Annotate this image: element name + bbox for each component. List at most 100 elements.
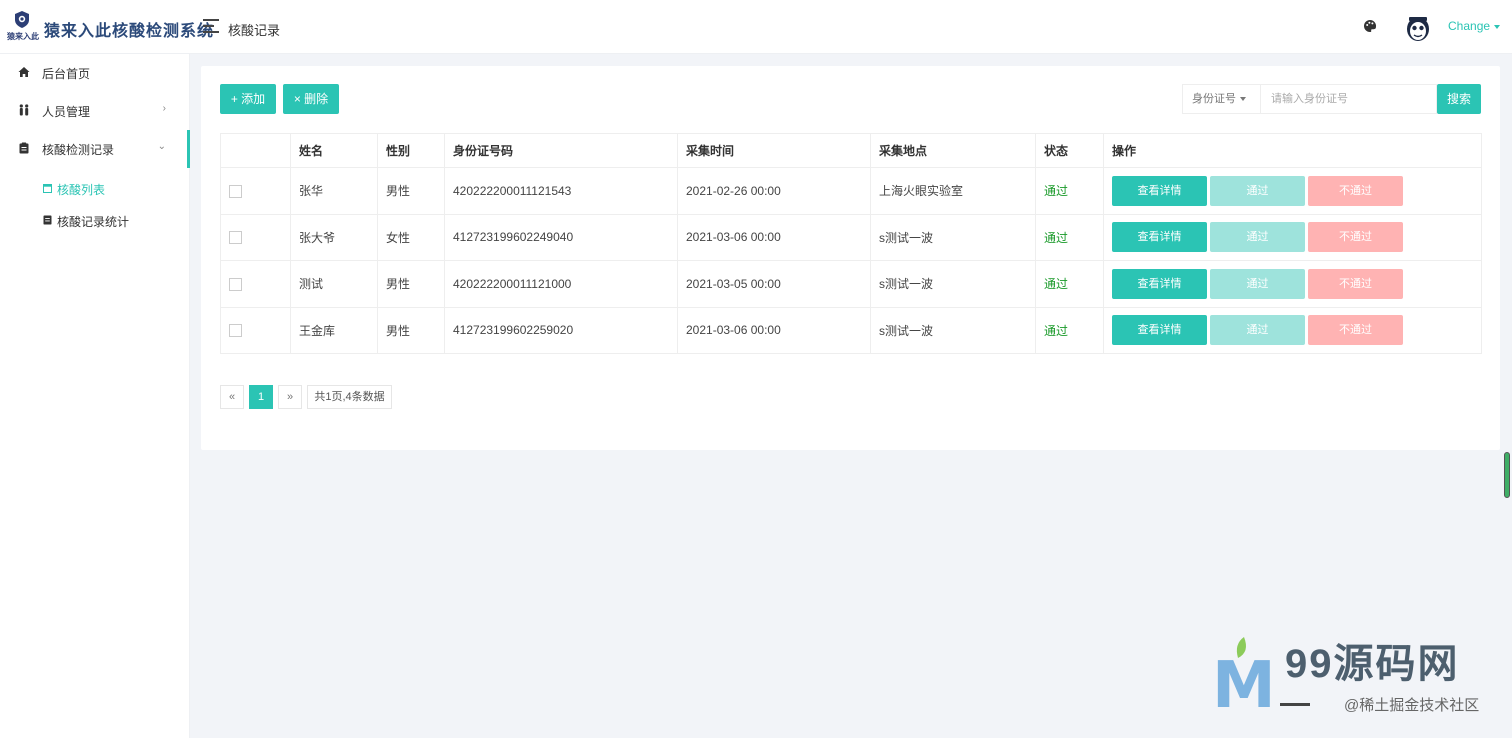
sidebar: 后台首页 人员管理 › 核酸检测记录 ⌄ 核酸列表 核酸记录统计 — [0, 54, 190, 738]
clipboard-icon — [19, 142, 29, 154]
pass-button[interactable]: 通过 — [1210, 268, 1305, 299]
table-header-row: 姓名 性别 身份证号码 采集时间 采集地点 状态 操作 — [220, 133, 1482, 168]
cell-name: 测试 — [290, 260, 378, 308]
cell-actions: 查看详情 通过 不通过 — [1103, 213, 1482, 261]
fail-button[interactable]: 不通过 — [1308, 175, 1403, 206]
cell-status: 通过 — [1035, 213, 1104, 261]
cell-collect-time: 2021-03-06 00:00 — [677, 306, 871, 354]
palette-icon[interactable] — [1363, 19, 1377, 33]
scrollbar-thumb[interactable] — [1504, 452, 1510, 498]
cell-collect-place: s测试一波 — [870, 260, 1036, 308]
pagination-page-button[interactable]: 1 — [249, 385, 273, 409]
view-detail-button[interactable]: 查看详情 — [1112, 268, 1207, 299]
header-id-number: 身份证号码 — [444, 133, 678, 168]
records-table: 姓名 性别 身份证号码 采集时间 采集地点 状态 操作 张华 男性 420222… — [220, 133, 1482, 354]
view-detail-button[interactable]: 查看详情 — [1112, 315, 1207, 346]
people-icon — [19, 104, 29, 116]
table-row: 张大爷 女性 412723199602249040 2021-03-06 00:… — [220, 213, 1482, 261]
header-status: 状态 — [1035, 133, 1104, 168]
content-panel: + 添加 × 删除 身份证号 搜索 姓名 性别 身份证号码 采集时间 采集地点 … — [201, 66, 1500, 450]
search-field-select[interactable]: 身份证号 — [1182, 84, 1260, 114]
sidebar-item-home[interactable]: 后台首页 — [0, 54, 190, 92]
watermark-m-logo: M — [1212, 649, 1276, 723]
home-icon — [18, 67, 30, 77]
fail-button[interactable]: 不通过 — [1308, 222, 1403, 253]
shield-logo-icon — [15, 11, 29, 28]
cell-status: 通过 — [1035, 306, 1104, 354]
chevron-down-icon — [1240, 97, 1246, 102]
sidebar-item-label: 核酸检测记录 — [42, 143, 115, 157]
pagination-prev-button[interactable]: « — [220, 385, 244, 409]
sidebar-subitem-nucleic-list[interactable]: 核酸列表 — [0, 172, 190, 204]
view-detail-button[interactable]: 查看详情 — [1112, 222, 1207, 253]
sidebar-subitem-record-stats[interactable]: 核酸记录统计 — [0, 204, 190, 236]
header-collect-time: 采集时间 — [677, 133, 871, 168]
search-button[interactable]: 搜索 — [1437, 84, 1481, 114]
logo-badge: 猿来入此 — [4, 10, 39, 42]
page-title: 核酸记录 — [228, 23, 281, 38]
cell-actions: 查看详情 通过 不通过 — [1103, 260, 1482, 308]
cell-collect-place: s测试一波 — [870, 213, 1036, 261]
cell-gender: 男性 — [377, 167, 445, 215]
header-gender: 性别 — [377, 133, 445, 168]
top-header: 猿来入此 猿来入此核酸检测系统 核酸记录 Change — [0, 0, 1512, 54]
add-button[interactable]: + 添加 — [220, 84, 276, 114]
cell-collect-time: 2021-02-26 00:00 — [677, 167, 871, 215]
search-input[interactable] — [1260, 84, 1437, 114]
chevron-down-icon — [1494, 24, 1501, 29]
cell-name: 张华 — [290, 167, 378, 215]
cell-collect-time: 2021-03-05 00:00 — [677, 260, 871, 308]
row-checkbox[interactable] — [229, 231, 242, 245]
cell-collect-place: s测试一波 — [870, 306, 1036, 354]
logo[interactable]: 猿来入此 猿来入此核酸检测系统 — [0, 0, 213, 54]
sidebar-item-personnel[interactable]: 人员管理 › — [0, 92, 190, 130]
pass-button[interactable]: 通过 — [1210, 315, 1305, 346]
cell-status: 通过 — [1035, 260, 1104, 308]
view-detail-button[interactable]: 查看详情 — [1112, 175, 1207, 206]
chevron-right-icon: › — [162, 103, 166, 114]
header-select — [220, 133, 291, 168]
user-name: Change — [1448, 19, 1491, 33]
cell-id-number: 412723199602259020 — [444, 306, 678, 354]
menu-toggle-icon[interactable] — [203, 19, 219, 33]
watermark-title: 99源码网 — [1285, 642, 1460, 686]
pagination-info: 共1页,4条数据 — [307, 385, 392, 409]
sidebar-subitem-label: 核酸记录统计 — [57, 215, 130, 229]
header-actions: 操作 — [1103, 133, 1482, 168]
monkey-avatar-icon[interactable] — [1404, 11, 1432, 43]
chevron-down-icon: ⌄ — [157, 141, 166, 152]
row-checkbox[interactable] — [229, 324, 242, 338]
pass-button[interactable]: 通过 — [1210, 222, 1305, 253]
cell-collect-place: 上海火眼实验室 — [870, 167, 1036, 215]
fail-button[interactable]: 不通过 — [1308, 268, 1403, 299]
table-row: 测试 男性 420222200011121000 2021-03-05 00:0… — [220, 260, 1482, 308]
row-checkbox[interactable] — [229, 277, 242, 291]
watermark-divider — [1280, 703, 1310, 706]
header-collect-place: 采集地点 — [870, 133, 1036, 168]
fail-button[interactable]: 不通过 — [1308, 315, 1403, 346]
calendar-icon — [43, 184, 52, 193]
cell-gender: 男性 — [377, 260, 445, 308]
table-row: 张华 男性 420222200011121543 2021-02-26 00:0… — [220, 167, 1482, 215]
table-row: 王金库 男性 412723199602259020 2021-03-06 00:… — [220, 306, 1482, 354]
row-checkbox[interactable] — [229, 184, 242, 198]
header-name: 姓名 — [290, 133, 378, 168]
cell-id-number: 420222200011121543 — [444, 167, 678, 215]
cell-status: 通过 — [1035, 167, 1104, 215]
delete-button[interactable]: × 删除 — [283, 84, 339, 114]
cell-name: 王金库 — [290, 306, 378, 354]
cell-gender: 男性 — [377, 306, 445, 354]
user-menu[interactable]: Change — [1448, 19, 1501, 33]
document-icon — [43, 215, 52, 225]
app-title: 猿来入此核酸检测系统 — [44, 21, 215, 40]
cell-actions: 查看详情 通过 不通过 — [1103, 167, 1482, 215]
sidebar-subitem-label: 核酸列表 — [57, 183, 106, 197]
sidebar-item-nucleic-records[interactable]: 核酸检测记录 ⌄ — [0, 130, 190, 168]
cell-name: 张大爷 — [290, 213, 378, 261]
pagination-next-button[interactable]: » — [278, 385, 302, 409]
sidebar-item-label: 后台首页 — [42, 67, 91, 81]
cell-gender: 女性 — [377, 213, 445, 261]
watermark-subtitle: @稀土掘金技术社区 — [1344, 697, 1480, 714]
pass-button[interactable]: 通过 — [1210, 175, 1305, 206]
cell-actions: 查看详情 通过 不通过 — [1103, 306, 1482, 354]
